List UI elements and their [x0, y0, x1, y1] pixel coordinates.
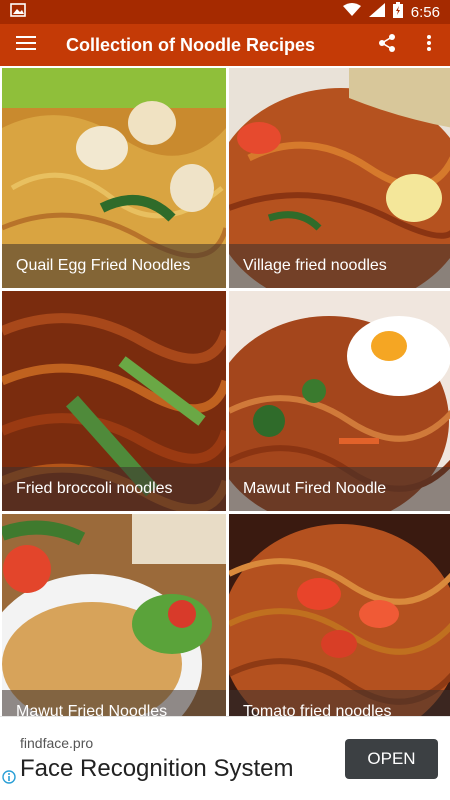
recipe-title: Fried broccoli noodles: [2, 467, 226, 511]
recipe-title: Mawut Fired Noodle: [229, 467, 450, 511]
recipe-title: Mawut Fried Noodles: [2, 690, 226, 716]
ad-open-button[interactable]: OPEN: [345, 739, 438, 779]
recipe-card[interactable]: Tomato fried noodles: [229, 514, 450, 716]
menu-icon: [16, 35, 36, 56]
recipe-title: Tomato fried noodles: [229, 690, 450, 716]
menu-button[interactable]: [0, 24, 52, 66]
status-time: 6:56: [410, 3, 440, 21]
more-options-button[interactable]: [408, 24, 450, 66]
recipe-card[interactable]: Village fried noodles: [229, 68, 450, 288]
recipe-photo: [2, 514, 226, 716]
recipe-title: Quail Egg Fried Noodles: [2, 244, 226, 288]
recipe-card[interactable]: Mawut Fired Noodle: [229, 291, 450, 511]
ad-headline: Face Recognition System: [20, 755, 294, 782]
recipe-photo: [229, 514, 450, 716]
image-icon: [10, 3, 26, 21]
signal-icon: [368, 3, 385, 21]
share-icon: [377, 33, 397, 58]
adchoices-info-icon[interactable]: [2, 770, 16, 789]
battery-icon: [392, 2, 403, 22]
recipe-card[interactable]: Mawut Fried Noodles: [2, 514, 226, 716]
page-title: Collection of Noodle Recipes: [66, 34, 316, 55]
recipe-grid: Quail Egg Fried Noodles Village fried no…: [0, 66, 450, 716]
app-bar: Collection of Noodle Recipes: [0, 24, 450, 66]
recipe-title: Village fried noodles: [229, 244, 450, 288]
ad-banner[interactable]: findface.pro Face Recognition System OPE…: [0, 716, 450, 800]
more-vert-icon: [426, 34, 432, 57]
recipe-card[interactable]: Fried broccoli noodles: [2, 291, 226, 511]
status-bar: 6:56: [0, 0, 450, 24]
share-button[interactable]: [366, 24, 408, 66]
wifi-icon: [342, 3, 361, 21]
ad-domain: findface.pro: [20, 735, 94, 751]
recipe-card[interactable]: Quail Egg Fried Noodles: [2, 68, 226, 288]
